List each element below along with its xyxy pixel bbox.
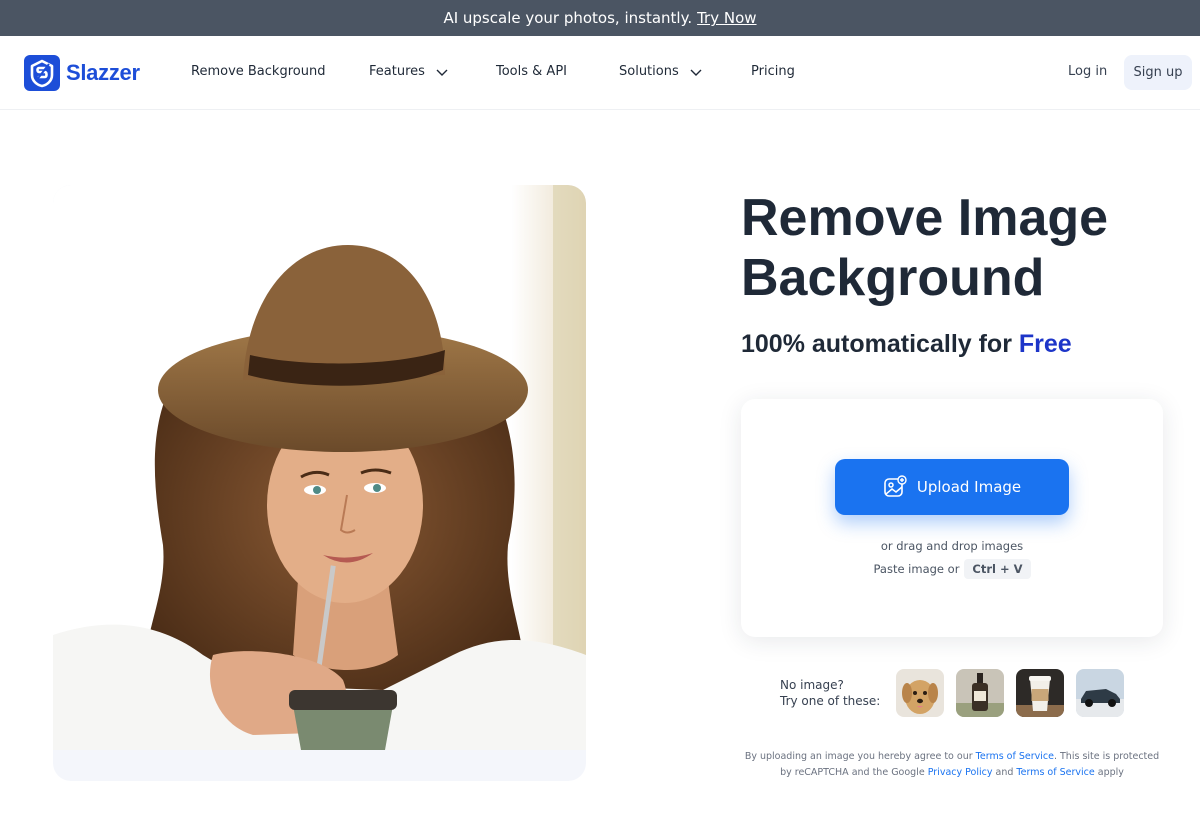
nav-label: Solutions xyxy=(619,64,679,79)
image-upload-icon xyxy=(884,475,907,497)
nav-label: Pricing xyxy=(751,64,795,79)
google-terms-link[interactable]: Terms of Service xyxy=(1016,767,1094,778)
legal-text-apply: apply xyxy=(1097,767,1124,778)
nav-features[interactable]: Features xyxy=(369,64,449,79)
legal-text-1: By uploading an image you hereby agree t… xyxy=(744,751,973,762)
hero-photo xyxy=(53,185,586,750)
upload-button-label: Upload Image xyxy=(916,478,1022,496)
try-now-link[interactable]: Try Now xyxy=(697,9,756,27)
nav-solutions[interactable]: Solutions xyxy=(619,64,703,79)
promo-bar: AI upscale your photos, instantly. Try N… xyxy=(0,0,1200,36)
privacy-policy-link[interactable]: Privacy Policy xyxy=(928,767,993,778)
sample-car-thumbnail[interactable] xyxy=(1076,669,1124,717)
sample-label-line2: Try one of these: xyxy=(780,694,881,708)
logo[interactable]: Slazzer xyxy=(24,55,140,91)
paste-hint: Paste image or Ctrl + V xyxy=(741,559,1163,579)
subheadline-free: Free xyxy=(1018,330,1072,358)
bottle-image xyxy=(956,669,1004,717)
page-title: Remove Image Background xyxy=(741,189,1109,307)
nav-label: Features xyxy=(369,64,425,79)
brand-name: Slazzer xyxy=(66,60,140,85)
dog-image xyxy=(896,669,944,717)
woman-with-hat-illustration xyxy=(53,185,586,750)
terms-of-service-link[interactable]: Terms of Service xyxy=(976,751,1054,762)
drag-drop-hint: or drag and drop images xyxy=(880,539,1024,553)
legal-notice: By uploading an image you hereby agree t… xyxy=(742,749,1162,781)
sample-bottle-thumbnail[interactable] xyxy=(956,669,1004,717)
upload-dropzone[interactable]: Upload Image or drag and drop images Pas… xyxy=(741,399,1163,637)
sample-dog-thumbnail[interactable] xyxy=(896,669,944,717)
car-image xyxy=(1076,669,1124,717)
top-nav: Slazzer Remove Background Features Tools… xyxy=(0,36,1200,110)
nav-remove-background[interactable]: Remove Background xyxy=(191,64,325,79)
login-link[interactable]: Log in xyxy=(1068,64,1107,79)
coffee-cup-image xyxy=(1016,669,1064,717)
sample-images-label: No image? Try one of these: xyxy=(780,677,880,709)
hero-image-frame xyxy=(53,185,586,781)
paste-hint-text: Paste image or xyxy=(873,562,960,576)
nav-label: Remove Background xyxy=(191,64,326,79)
legal-text-and: and xyxy=(995,767,1014,778)
nav-tools-api[interactable]: Tools & API xyxy=(496,64,567,79)
subheadline: 100% automatically for Free xyxy=(741,330,1072,359)
subheadline-prefix: 100% automatically for xyxy=(741,330,1012,358)
sample-coffee-cup-thumbnail[interactable] xyxy=(1016,669,1064,717)
chevron-down-icon xyxy=(436,69,448,76)
nav-pricing[interactable]: Pricing xyxy=(751,64,795,79)
chevron-down-icon xyxy=(690,69,702,76)
upload-image-button[interactable]: Upload Image xyxy=(835,459,1069,515)
paste-shortcut-badge: Ctrl + V xyxy=(964,559,1031,579)
nav-label: Tools & API xyxy=(496,64,567,79)
slazzer-logo-icon xyxy=(24,55,60,91)
signup-button[interactable]: Sign up xyxy=(1124,55,1192,90)
promo-text: AI upscale your photos, instantly. xyxy=(443,9,693,27)
sample-label-line1: No image? xyxy=(780,678,844,692)
